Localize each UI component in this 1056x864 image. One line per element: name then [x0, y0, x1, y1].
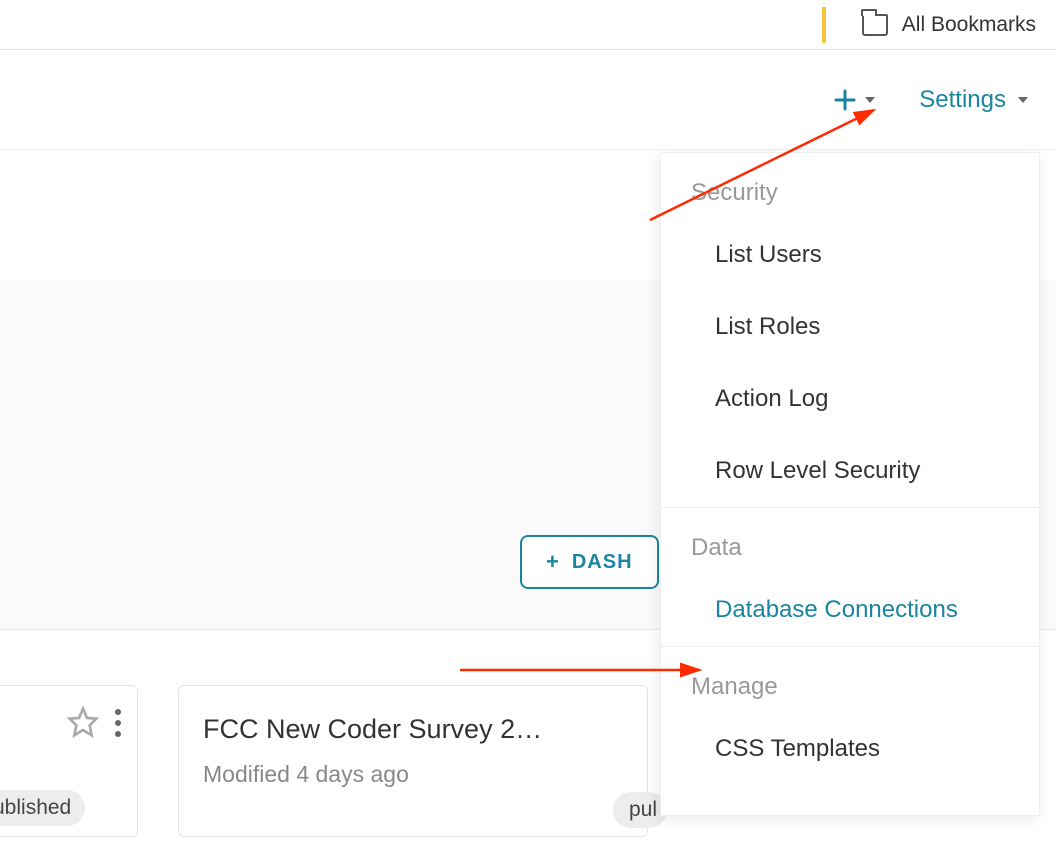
plus-icon	[833, 88, 857, 112]
all-bookmarks-button[interactable]: All Bookmarks	[862, 13, 1036, 37]
settings-label: Settings	[919, 86, 1006, 114]
plus-icon: +	[546, 549, 560, 575]
dropdown-section-data: Data	[661, 507, 1039, 574]
caret-down-icon	[865, 97, 875, 103]
status-badge: pul	[613, 792, 667, 828]
card-title: FCC New Coder Survey 2…	[203, 714, 623, 745]
menu-row-level-security[interactable]: Row Level Security	[661, 435, 1039, 507]
menu-css-templates[interactable]: CSS Templates	[661, 713, 1039, 785]
dashboard-card[interactable]: ublished	[0, 685, 138, 837]
menu-action-log[interactable]: Action Log	[661, 363, 1039, 435]
browser-separator	[822, 7, 826, 43]
settings-button[interactable]: Settings	[919, 86, 1028, 114]
bookmarks-label: All Bookmarks	[902, 13, 1036, 37]
app-toolbar: Settings	[0, 50, 1056, 150]
new-button[interactable]	[833, 88, 875, 112]
card-modified: Modified 4 days ago	[203, 761, 623, 788]
caret-down-icon	[1018, 97, 1028, 103]
settings-dropdown-panel: Security List Users List Roles Action Lo…	[660, 152, 1040, 816]
star-icon[interactable]	[67, 706, 99, 743]
cards-row: ublished FCC New Coder Survey 2… Modifie…	[0, 685, 648, 837]
menu-list-roles[interactable]: List Roles	[661, 291, 1039, 363]
status-badge: ublished	[0, 790, 85, 826]
browser-bar: All Bookmarks	[0, 0, 1056, 50]
menu-database-connections[interactable]: Database Connections	[661, 574, 1039, 646]
dropdown-section-manage: Manage	[661, 646, 1039, 713]
dashboard-button-label: DASH	[572, 551, 633, 574]
more-icon[interactable]	[115, 706, 121, 737]
dropdown-section-security: Security	[661, 153, 1039, 219]
folder-icon	[862, 14, 888, 36]
dashboard-card[interactable]: FCC New Coder Survey 2… Modified 4 days …	[178, 685, 648, 837]
menu-list-users[interactable]: List Users	[661, 219, 1039, 291]
new-dashboard-button[interactable]: + DASH	[520, 535, 659, 589]
